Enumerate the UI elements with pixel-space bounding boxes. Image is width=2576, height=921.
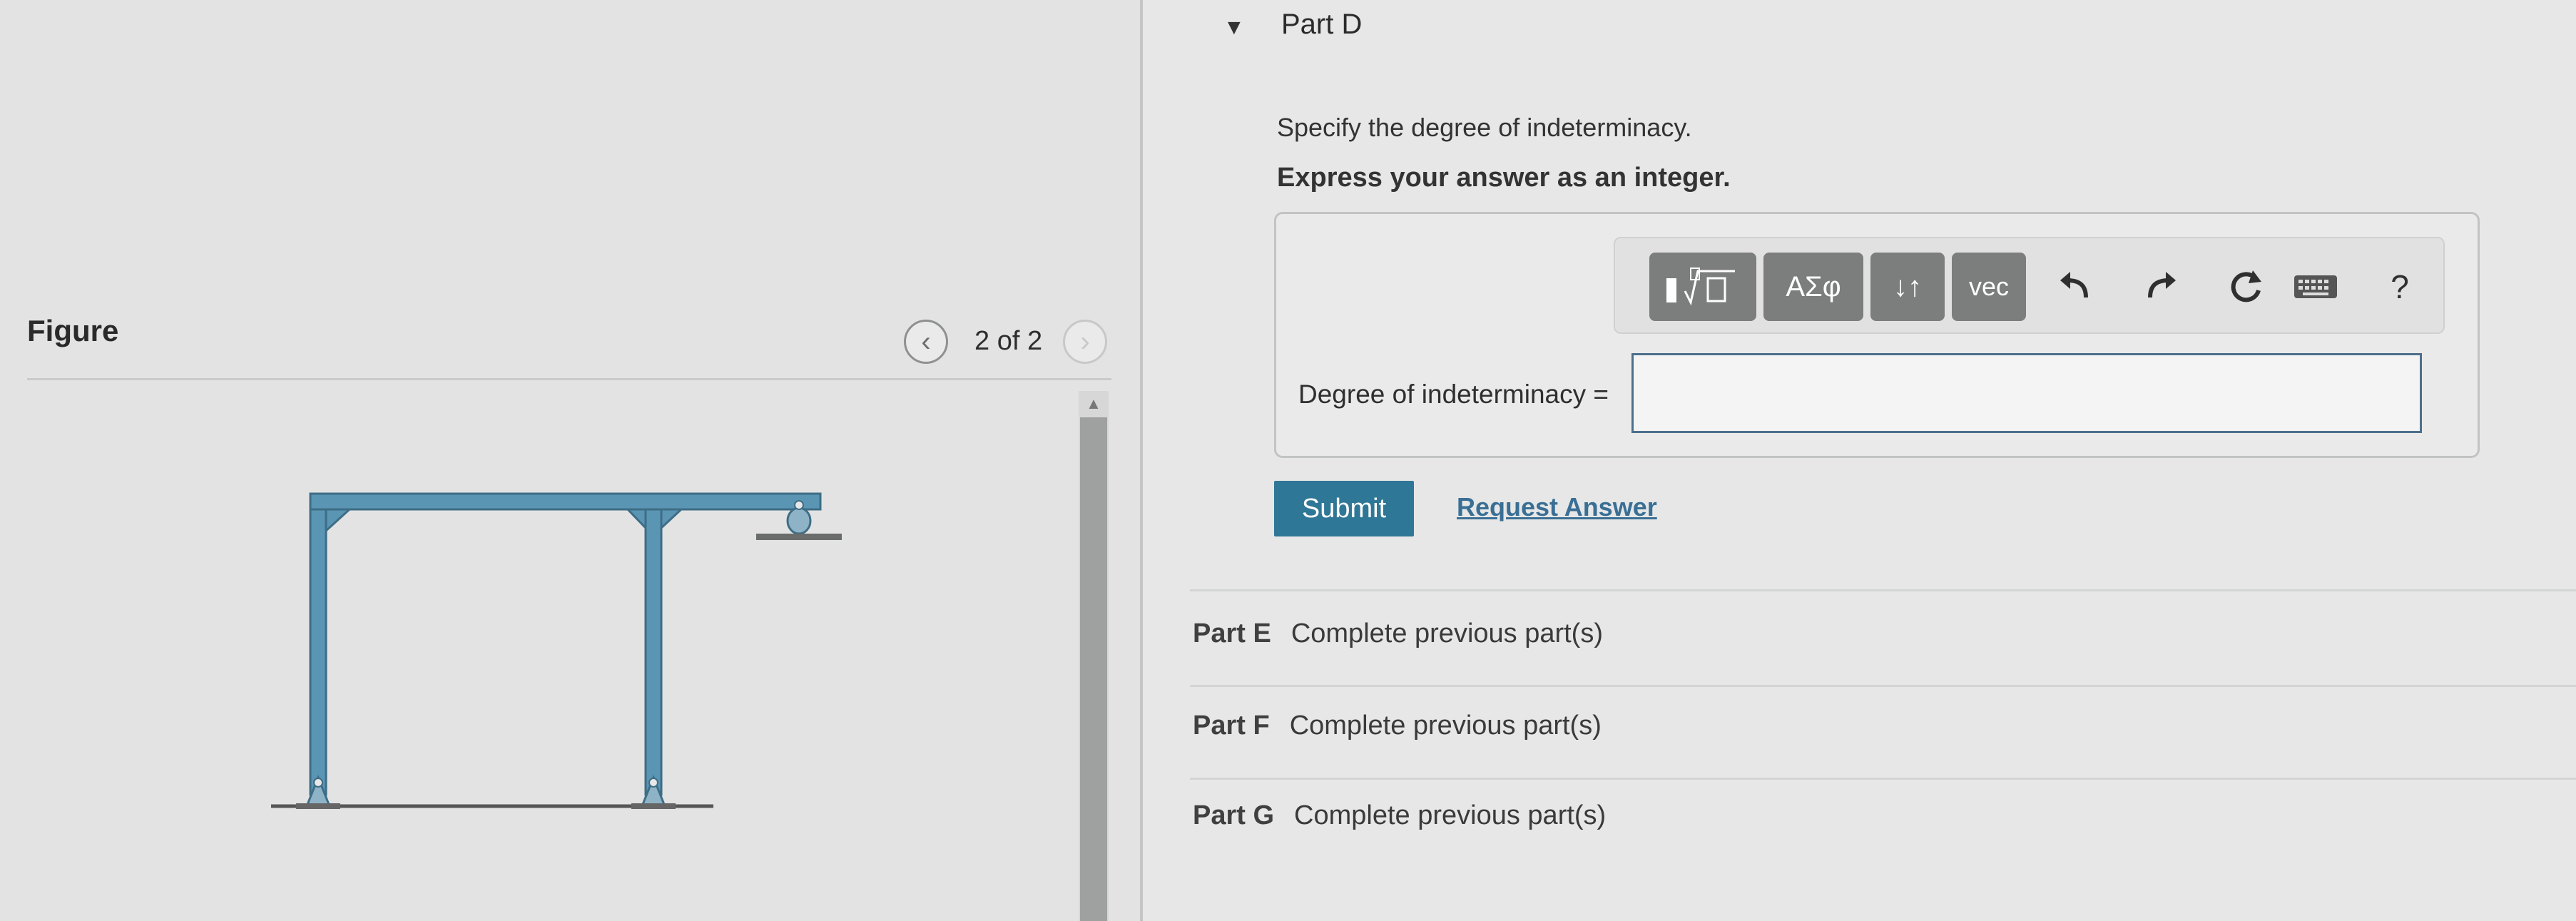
fraction-root-icon	[1666, 268, 1735, 306]
left-base-plate	[296, 803, 340, 809]
keyboard-icon[interactable]	[2273, 260, 2358, 314]
frame-structure-figure	[271, 492, 842, 809]
template-button[interactable]	[1649, 253, 1756, 321]
answer-label: Degree of indeterminacy =	[1298, 380, 1609, 409]
part-divider	[1190, 778, 2576, 780]
collapse-caret-icon[interactable]: ▼	[1223, 16, 1245, 40]
submit-button[interactable]: Submit	[1274, 481, 1414, 536]
redo-icon[interactable]	[2129, 260, 2193, 314]
right-rocker-support	[786, 507, 812, 535]
undo-icon[interactable]	[2043, 260, 2107, 314]
part-g-label: Part G	[1193, 800, 1275, 830]
middle-column	[644, 508, 663, 796]
part-e-status: Complete previous part(s)	[1290, 619, 1603, 648]
part-divider	[1190, 589, 2576, 591]
middle-brace-left	[625, 508, 647, 531]
figure-page-indicator: 2 of 2	[974, 326, 1043, 356]
top-beam	[309, 492, 822, 511]
part-g-status: Complete previous part(s)	[1294, 800, 1607, 830]
middle-base-plate	[631, 803, 676, 809]
greek-symbols-button[interactable]: ΑΣφ	[1763, 253, 1863, 321]
part-f-status: Complete previous part(s)	[1289, 711, 1602, 741]
vector-button[interactable]: vec	[1952, 253, 2026, 321]
chevron-left-icon: ‹	[921, 325, 931, 357]
figure-next-button[interactable]: ›	[1063, 320, 1107, 364]
reset-icon[interactable]	[2214, 260, 2279, 314]
part-f-row: Part F Complete previous part(s)	[1193, 711, 1602, 741]
question-text: Specify the degree of indeterminacy.	[1277, 113, 1692, 142]
left-column	[309, 508, 327, 796]
right-support-plate	[756, 534, 842, 540]
figure-scroll-thumb[interactable]	[1080, 417, 1107, 921]
part-d-title[interactable]: Part D	[1281, 9, 1362, 41]
part-f-label: Part F	[1193, 711, 1270, 741]
part-e-row: Part E Complete previous part(s)	[1193, 619, 1603, 649]
part-g-row: Part G Complete previous part(s)	[1193, 800, 1606, 831]
instruction-text: Express your answer as an integer.	[1277, 163, 1731, 193]
chevron-right-icon: ›	[1080, 325, 1090, 357]
figure-divider	[27, 378, 1111, 380]
left-corner-brace	[325, 508, 352, 534]
help-icon[interactable]: ?	[2371, 260, 2428, 314]
part-e-label: Part E	[1193, 619, 1271, 648]
figure-title: Figure	[27, 314, 119, 347]
math-toolbar: ΑΣφ ↓↑ vec ?	[1614, 237, 2445, 334]
subscript-superscript-button[interactable]: ↓↑	[1870, 253, 1945, 321]
part-divider	[1190, 685, 2576, 687]
request-answer-link[interactable]: Request Answer	[1457, 492, 1657, 522]
scroll-up-icon[interactable]: ▲	[1080, 392, 1107, 415]
figure-prev-button[interactable]: ‹	[904, 320, 948, 364]
degree-of-indeterminacy-input[interactable]	[1631, 353, 2422, 433]
middle-brace-right	[660, 508, 684, 531]
